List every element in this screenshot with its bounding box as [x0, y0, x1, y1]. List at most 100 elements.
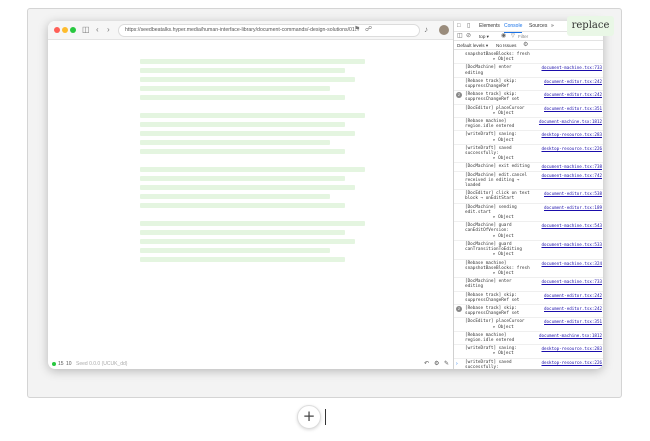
repeat-count-badge: 2: [456, 92, 462, 99]
skeleton-line: [140, 149, 345, 154]
log-source-link[interactable]: document-editor.tsx:242: [544, 293, 602, 298]
avatar[interactable]: [439, 25, 449, 35]
notification-bell-icon[interactable]: ♪: [424, 24, 428, 36]
skeleton-line: [140, 248, 330, 253]
skeleton-line: [140, 113, 365, 118]
filter-input[interactable]: Filter: [518, 32, 528, 41]
add-button[interactable]: +: [297, 405, 321, 429]
skeleton-line: [140, 86, 330, 91]
log-message: [Rebase track] skip: suppressChangeRef: [465, 78, 517, 90]
inspect-icon[interactable]: □: [457, 21, 461, 32]
log-object-expander[interactable]: ▸ Object: [465, 325, 602, 330]
log-source-link[interactable]: document-machine.tsx:733: [541, 279, 602, 284]
undo-icon[interactable]: ↶: [424, 359, 429, 369]
log-object-expander[interactable]: ▸ Object: [465, 271, 602, 276]
log-source-link[interactable]: document-machine.tsx:733: [541, 65, 602, 70]
log-source-link[interactable]: document-editor.tsx:189: [544, 205, 602, 210]
skeleton-line: [140, 230, 345, 235]
console-log-entry: [Rebase track] skip: suppressChangeRef s…: [454, 292, 603, 305]
context-selector[interactable]: top ▾: [479, 32, 489, 41]
log-object-expander[interactable]: ▸ Object: [465, 215, 602, 220]
log-source-link[interactable]: document-machine.tsx:738: [541, 164, 602, 169]
link-icon[interactable]: ☍: [365, 24, 372, 36]
back-arrow-icon[interactable]: ‹: [96, 24, 99, 36]
log-source-link[interactable]: document-editor.tsx:351: [544, 319, 602, 324]
sidebar-icon[interactable]: ◫: [457, 32, 463, 41]
log-object-expander[interactable]: ▸ Object: [465, 351, 602, 356]
console-log-entry: [DocMachine] guard canEditOfVersion: ▸ Ob…: [454, 222, 603, 241]
browser-window: ◫ ‹ › https://seedbeatalks.hyper.media/h…: [48, 21, 603, 369]
tab-more[interactable]: »: [551, 21, 554, 32]
clear-console-icon[interactable]: ⊘: [466, 32, 471, 41]
console-prompt[interactable]: ›: [456, 361, 458, 367]
skeleton-line: [140, 167, 365, 172]
address-bar[interactable]: https://seedbeatalks.hyper.media/human-i…: [118, 24, 420, 37]
log-object-expander[interactable]: ▸ Object: [465, 111, 602, 116]
log-message: [Rebase track] skip: suppressChangeRef s…: [465, 292, 520, 303]
log-message: [DocEditor] placeCursor: [465, 319, 525, 325]
tab-sources[interactable]: Sources: [529, 21, 547, 32]
log-source-link[interactable]: document-machine.tsx:1812: [539, 119, 602, 124]
log-object-expander[interactable]: ▸ Object: [465, 138, 602, 143]
maximize-window-button[interactable]: [70, 27, 76, 33]
console-log-entry: [DocMachine] edit.cancel received in edi…: [454, 172, 603, 191]
log-message: [DocEditor] click on text block → onEdit…: [465, 191, 530, 202]
log-source-link[interactable]: document-machine.tsx:533: [541, 242, 602, 247]
minimize-window-button[interactable]: [62, 27, 68, 33]
bookmark-icon[interactable]: ⚑: [354, 24, 360, 36]
online-status-icon: [52, 362, 56, 366]
status-counter-a: 15: [58, 361, 64, 367]
skeleton-line: [140, 239, 355, 244]
forward-arrow-icon[interactable]: ›: [107, 24, 110, 36]
console-log-entry: [Rebase machine] region.idle entered docu…: [454, 332, 603, 346]
console-log-entry: [DocEditor] click on text block → onEdit…: [454, 190, 603, 204]
console-log-entry: [writeDraft] saved successfully:▸ Object…: [454, 359, 603, 369]
log-object-expander[interactable]: ▸ Object: [465, 252, 602, 257]
console-log-entry: [Rebase machine] region.idle entered docu…: [454, 118, 603, 132]
log-message: [Rebase track] skip: suppressChangeRef s…: [465, 305, 520, 317]
log-source-link[interactable]: document-machine.tsx:1812: [539, 333, 602, 338]
console-log-entry: [writeDraft] saved successfully:▸ Object…: [454, 145, 603, 164]
log-object-expander[interactable]: ▸ Object: [465, 156, 602, 161]
device-toggle-icon[interactable]: ▯: [467, 21, 470, 32]
close-window-button[interactable]: [54, 27, 60, 33]
console-log-entry: [writeDraft] saving: ▸ Object desktop-reso…: [454, 345, 603, 359]
log-source-link[interactable]: document-machine.tsx:324: [541, 261, 602, 266]
tab-elements[interactable]: Elements: [479, 21, 500, 32]
skeleton-line: [140, 122, 345, 127]
sidebar-toggle-icon[interactable]: ◫: [82, 24, 90, 36]
skeleton-line: [140, 185, 355, 190]
log-object-expander[interactable]: ▸ Object: [465, 234, 602, 239]
console-log-list: snapshotBaseBlocks: fresh ▸ Object [DocMac…: [454, 51, 603, 369]
log-source-link[interactable]: desktop-resource.tsx:226: [541, 360, 602, 365]
replace-button[interactable]: replace: [567, 16, 614, 36]
log-object-expander[interactable]: ▸ Object: [465, 57, 602, 62]
chat-icon[interactable]: ✎: [444, 359, 449, 369]
log-levels-dropdown[interactable]: Default levels ▾: [457, 41, 488, 50]
log-source-link[interactable]: document-editor.tsx:242: [544, 92, 602, 97]
log-source-link[interactable]: document-machine.tsx:742: [541, 173, 602, 178]
console-log-entry: [DocEditor] placeCursor ▸ Object document-…: [454, 105, 603, 119]
issues-count[interactable]: No Issues: [496, 41, 516, 50]
log-source-link[interactable]: document-editor.tsx:538: [544, 191, 602, 196]
skeleton-line: [140, 131, 355, 136]
log-source-link[interactable]: document-editor.tsx:242: [544, 306, 602, 311]
log-source-link[interactable]: desktop-resource.tsx:283: [541, 346, 602, 351]
status-bar: 15 10 Seed 0.0.0 (UCUK_dd) ↶ ⚙ ✎: [48, 359, 453, 369]
skeleton-line: [140, 194, 330, 199]
skeleton-line: [140, 59, 365, 64]
log-message: [DocMachine] exit editing: [465, 164, 530, 170]
settings-icon[interactable]: ⚙: [434, 359, 439, 369]
log-source-link[interactable]: document-editor.tsx:351: [544, 106, 602, 111]
console-levels-bar: Default levels ▾ No Issues ⚙: [454, 41, 603, 50]
console-log-entry: [DocMachine] enter editing document-machi…: [454, 278, 603, 292]
plus-icon: +: [302, 407, 316, 425]
log-source-link[interactable]: desktop-resource.tsx:283: [541, 132, 602, 137]
log-source-link[interactable]: document-machine.tsx:543: [541, 223, 602, 228]
gear-icon[interactable]: ⚙: [523, 41, 528, 50]
eye-icon[interactable]: ◉: [501, 32, 506, 41]
skeleton-line: [140, 221, 365, 226]
log-source-link[interactable]: document-editor.tsx:242: [544, 79, 602, 84]
console-log-entry: [DocMachine] enter editing document-machi…: [454, 64, 603, 78]
log-source-link[interactable]: desktop-resource.tsx:226: [541, 146, 602, 151]
